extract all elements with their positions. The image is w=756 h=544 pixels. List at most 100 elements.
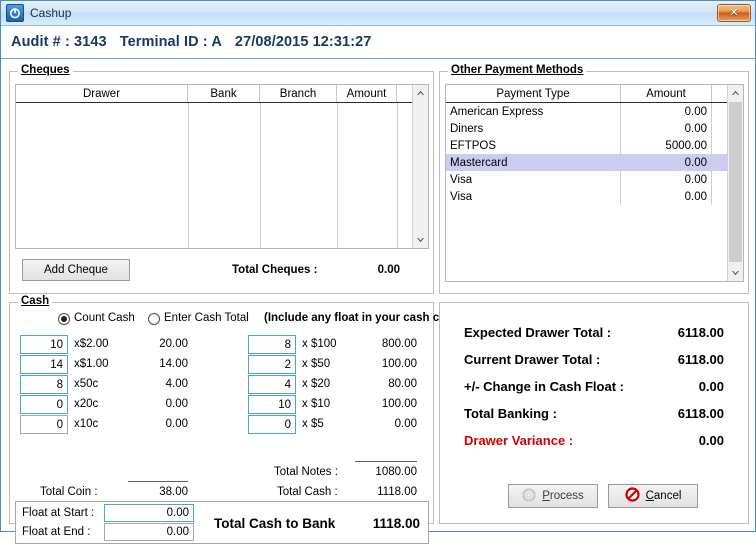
payment-row-spacer (712, 137, 727, 154)
payments-col-amount[interactable]: Amount (621, 85, 712, 102)
payment-amount: 0.00 (621, 154, 712, 171)
note-denom-label: x $50 (302, 358, 331, 370)
cheques-col-drawer[interactable]: Drawer (16, 85, 188, 102)
process-accesskey: P (542, 490, 550, 502)
payment-row[interactable]: EFTPOS 5000.00 (446, 137, 743, 154)
cheques-col-bank[interactable]: Bank (188, 85, 260, 102)
coin-denom-label: x10c (74, 418, 99, 430)
cash-float-hint: (Include any float in your cash count) (264, 312, 468, 324)
payment-row[interactable]: Visa 0.00 (446, 188, 743, 205)
summary-value: 0.00 (698, 433, 724, 448)
note-qty-input[interactable]: 2 (248, 355, 296, 374)
payment-row[interactable]: Diners 0.00 (446, 120, 743, 137)
note-qty-input[interactable]: 10 (248, 395, 296, 414)
coin-qty-input[interactable]: 0 (20, 415, 68, 434)
coin-total-rule (128, 481, 188, 482)
other-payments-rows[interactable]: American Express 0.00 Diners 0.00 EFTPOS 5000… (446, 103, 743, 281)
cancel-button[interactable]: Cancel (608, 484, 698, 508)
note-qty-value: 4 (284, 378, 291, 391)
process-button[interactable]: Process (508, 484, 598, 508)
note-line-total: 100.00 (381, 398, 417, 410)
coin-qty-input[interactable]: 10 (20, 335, 68, 354)
payment-type: EFTPOS (446, 137, 621, 154)
summary-label: Total Banking : (464, 406, 557, 421)
audit-number: Audit # : 3143 (11, 34, 107, 50)
cheques-legend: Cheques (18, 64, 73, 76)
radio-enter-cash-total-label[interactable]: Enter Cash Total (164, 312, 249, 324)
note-qty-input[interactable]: 4 (248, 375, 296, 394)
note-denom-label: x $100 (302, 338, 337, 350)
payment-row[interactable]: Mastercard 0.00 (446, 154, 743, 171)
note-qty-value: 8 (284, 338, 291, 351)
other-payments-scrollbar[interactable] (727, 85, 743, 281)
add-cheque-button[interactable]: Add Cheque (22, 259, 130, 281)
coin-qty-value: 10 (50, 338, 63, 351)
coin-line-total: 0.00 (165, 418, 188, 430)
coin-denom-label: x50c (74, 378, 99, 390)
payment-amount: 0.00 (621, 171, 712, 188)
coin-qty-value: 14 (50, 358, 63, 371)
cash-legend: Cash (18, 295, 53, 307)
payments-col-type[interactable]: Payment Type (446, 85, 621, 102)
note-denom-label: x $20 (302, 378, 331, 390)
float-start-input[interactable]: 0.00 (104, 504, 194, 522)
summary-label: +/- Change in Cash Float : (464, 379, 624, 394)
payments-scroll-down-icon[interactable] (728, 265, 743, 281)
close-button[interactable]: ✕ (717, 4, 751, 22)
cheques-scroll-down-icon[interactable] (413, 232, 428, 248)
radio-enter-cash-total[interactable] (148, 313, 160, 325)
cheques-col-amount[interactable]: Amount (337, 85, 397, 102)
cancel-label: Cancel (646, 490, 682, 502)
note-line-total: 0.00 (394, 418, 417, 430)
coin-qty-input[interactable]: 8 (20, 375, 68, 394)
total-notes-value: 1080.00 (375, 466, 417, 478)
float-end-value: 0.00 (166, 526, 189, 538)
payment-row-spacer (712, 171, 727, 188)
cash-panel: Cash Count Cash Enter Cash Total (Includ… (9, 295, 468, 544)
coin-qty-input[interactable]: 0 (20, 395, 68, 414)
coin-denom-label: x$2.00 (74, 338, 109, 350)
terminal-id: Terminal ID : A (119, 34, 222, 50)
note-denom-label: x $10 (302, 398, 331, 410)
payment-row-spacer (712, 154, 727, 171)
cheques-scrollbar[interactable] (412, 85, 428, 248)
payments-scroll-thumb[interactable] (729, 102, 742, 262)
process-icon (522, 487, 537, 505)
payment-amount: 0.00 (621, 188, 712, 205)
radio-count-cash-label[interactable]: Count Cash (74, 312, 135, 324)
summary-label: Drawer Variance : (464, 433, 574, 448)
note-line-total: 800.00 (381, 338, 417, 350)
total-cash-label: Total Cash : (277, 486, 338, 498)
coin-line-total: 20.00 (159, 338, 188, 350)
summary-value: 6118.00 (677, 325, 724, 340)
radio-count-cash[interactable] (58, 313, 70, 325)
float-end-input[interactable]: 0.00 (104, 523, 194, 541)
note-qty-value: 10 (278, 398, 291, 411)
audit-header: Audit # : 3143 Terminal ID : A 27/08/201… (1, 26, 755, 59)
coin-denom-label: x$1.00 (74, 358, 109, 370)
payment-amount: 0.00 (621, 103, 712, 120)
payment-row[interactable]: Visa 0.00 (446, 171, 743, 188)
cancel-label-rest: ancel (653, 490, 682, 502)
window-body: Cheques Drawer Bank Branch Amount Add Ch… (1, 59, 755, 544)
payment-row[interactable]: American Express 0.00 (446, 103, 743, 120)
cheques-grid-body[interactable] (16, 103, 428, 248)
coin-denom-label: x20c (74, 398, 99, 410)
coin-qty-input[interactable]: 14 (20, 355, 68, 374)
cheques-col-spacer (397, 85, 412, 102)
cheques-panel: Cheques Drawer Bank Branch Amount Add Ch… (9, 64, 434, 294)
notes-total-rule (355, 461, 417, 462)
summary-value: 0.00 (698, 379, 724, 394)
other-payments-panel: Other Payment Methods Payment Type Amoun… (439, 64, 749, 294)
summary-label: Expected Drawer Total : (464, 325, 612, 340)
cheques-scroll-up-icon[interactable] (413, 85, 428, 101)
note-qty-input[interactable]: 8 (248, 335, 296, 354)
payment-type: Visa (446, 171, 621, 188)
coin-qty-value: 0 (56, 418, 63, 431)
summary-panel: Expected Drawer Total : 6118.00 Current Dr… (439, 302, 749, 524)
cheques-col-branch[interactable]: Branch (260, 85, 337, 102)
total-coin-value: 38.00 (159, 486, 188, 498)
total-cash-to-bank-label: Total Cash to Bank (214, 516, 336, 531)
payments-scroll-up-icon[interactable] (728, 85, 743, 101)
note-qty-input[interactable]: 0 (248, 415, 296, 434)
